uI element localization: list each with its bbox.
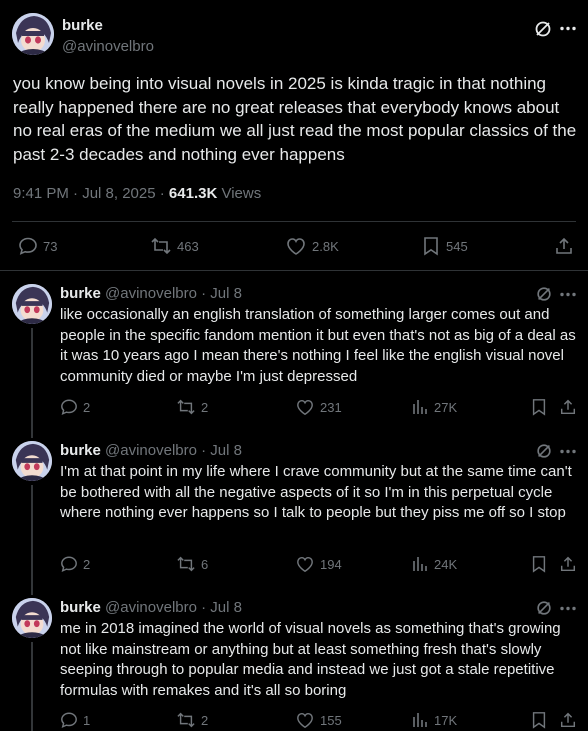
handle[interactable]: @avinovelbro · Jul 8 bbox=[105, 599, 242, 616]
like-icon bbox=[295, 711, 315, 729]
bookmark-icon[interactable] bbox=[530, 711, 548, 729]
repost-count: 6 bbox=[201, 556, 209, 572]
grok-icon[interactable] bbox=[535, 599, 553, 617]
reply-count: 1 bbox=[83, 712, 91, 728]
views-count: 17K bbox=[434, 712, 458, 728]
reply-icon bbox=[60, 398, 78, 416]
like-count: 2.8K bbox=[312, 238, 339, 254]
reply-count: 2 bbox=[83, 556, 91, 572]
reply-icon bbox=[60, 555, 78, 573]
repost-icon bbox=[176, 711, 196, 729]
like-icon bbox=[285, 236, 307, 256]
thread-line bbox=[31, 328, 33, 438]
thread-line bbox=[31, 642, 33, 731]
grok-icon[interactable] bbox=[535, 442, 553, 460]
reply-header: burke @avinovelbro · Jul 8 bbox=[60, 442, 242, 459]
handle[interactable]: @avinovelbro · Jul 8 bbox=[105, 285, 242, 302]
reply-text: I'm at that point in my life where I cra… bbox=[60, 463, 572, 521]
reply-header: burke @avinovelbro · Jul 8 bbox=[60, 599, 242, 616]
like-count: 231 bbox=[320, 399, 342, 415]
repost-button[interactable]: 6 bbox=[176, 555, 208, 573]
reply-button[interactable]: 2 bbox=[60, 555, 90, 573]
views-count: 27K bbox=[434, 399, 458, 415]
bookmark-icon[interactable] bbox=[530, 555, 548, 573]
avatar[interactable] bbox=[12, 13, 54, 55]
like-button[interactable]: 194 bbox=[295, 555, 342, 573]
reply-button[interactable]: 73 bbox=[18, 236, 57, 256]
repost-count: 2 bbox=[201, 399, 209, 415]
more-icon[interactable] bbox=[560, 26, 576, 31]
share-icon[interactable] bbox=[559, 711, 577, 729]
grok-icon[interactable] bbox=[533, 19, 553, 39]
bookmark-icon bbox=[421, 236, 441, 256]
repost-icon bbox=[176, 555, 196, 573]
display-name[interactable]: burke bbox=[60, 285, 101, 302]
like-button[interactable]: 155 bbox=[295, 711, 342, 729]
more-icon[interactable] bbox=[560, 292, 576, 297]
post-meta: 9:41 PM · Jul 8, 2025 · 641.3K Views bbox=[13, 185, 261, 202]
divider bbox=[0, 270, 588, 271]
views-button[interactable]: 17K bbox=[411, 711, 457, 729]
display-name[interactable]: burke bbox=[62, 17, 103, 34]
reply-button[interactable]: 1 bbox=[60, 711, 90, 729]
reply-icon bbox=[18, 236, 38, 256]
display-name[interactable]: burke bbox=[60, 442, 101, 459]
reply-count: 73 bbox=[43, 238, 58, 254]
like-count: 194 bbox=[320, 556, 342, 572]
divider bbox=[12, 221, 576, 222]
repost-icon bbox=[176, 398, 196, 416]
reply-icon bbox=[60, 711, 78, 729]
bookmark-button[interactable]: 545 bbox=[421, 236, 468, 256]
display-name[interactable]: burke bbox=[60, 599, 101, 616]
post-text: you know being into visual novels in 202… bbox=[13, 74, 577, 164]
views-icon bbox=[411, 711, 429, 729]
reply-count: 2 bbox=[83, 399, 91, 415]
reply-header: burke @avinovelbro · Jul 8 bbox=[60, 285, 242, 302]
more-icon[interactable] bbox=[560, 449, 576, 454]
avatar[interactable] bbox=[12, 598, 52, 638]
like-count: 155 bbox=[320, 712, 342, 728]
bookmark-count: 545 bbox=[446, 238, 468, 254]
post-timestamp[interactable]: 9:41 PM · Jul 8, 2025 · bbox=[13, 185, 169, 202]
like-icon bbox=[295, 555, 315, 573]
repost-button[interactable]: 2 bbox=[176, 398, 208, 416]
share-icon[interactable] bbox=[559, 398, 577, 416]
reply-button[interactable]: 2 bbox=[60, 398, 90, 416]
repost-count: 463 bbox=[177, 238, 199, 254]
views-icon bbox=[411, 398, 429, 416]
reply-text: me in 2018 imagined the world of visual … bbox=[60, 620, 561, 699]
handle[interactable]: @avinovelbro · Jul 8 bbox=[105, 442, 242, 459]
views-count: 24K bbox=[434, 556, 458, 572]
more-icon[interactable] bbox=[560, 606, 576, 611]
bookmark-icon[interactable] bbox=[530, 398, 548, 416]
like-button[interactable]: 231 bbox=[295, 398, 342, 416]
repost-button[interactable]: 463 bbox=[150, 236, 199, 256]
reply-text: like occasionally an english translation… bbox=[60, 306, 576, 385]
share-icon[interactable] bbox=[559, 555, 577, 573]
repost-button[interactable]: 2 bbox=[176, 711, 208, 729]
like-button[interactable]: 2.8K bbox=[285, 236, 339, 256]
avatar[interactable] bbox=[12, 441, 52, 481]
share-icon[interactable] bbox=[554, 236, 574, 256]
avatar[interactable] bbox=[12, 284, 52, 324]
views-button[interactable]: 27K bbox=[411, 398, 457, 416]
views-count: 641.3K bbox=[168, 185, 218, 202]
grok-icon[interactable] bbox=[535, 285, 553, 303]
views-label: Views bbox=[217, 185, 262, 202]
repost-count: 2 bbox=[201, 712, 209, 728]
like-icon bbox=[295, 398, 315, 416]
views-button[interactable]: 24K bbox=[411, 555, 457, 573]
thread-line bbox=[31, 485, 33, 595]
repost-icon bbox=[150, 236, 172, 256]
views-icon bbox=[411, 555, 429, 573]
handle[interactable]: @avinovelbro bbox=[62, 38, 154, 55]
